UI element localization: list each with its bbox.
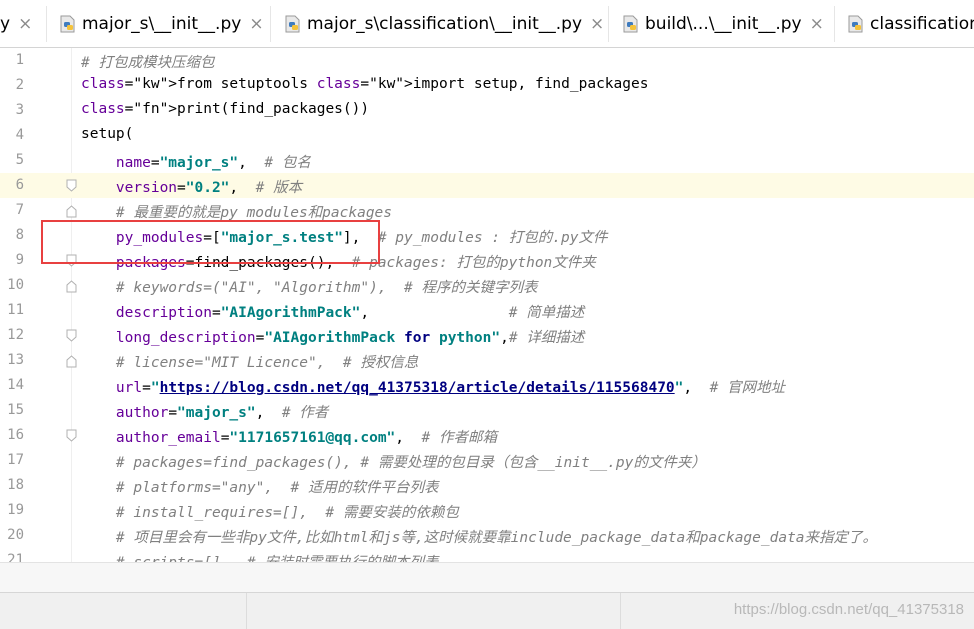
tab-classification-init[interactable]: major_s\classification\__init__.py × xyxy=(283,0,604,47)
code-line[interactable]: 4 setup( xyxy=(0,123,974,148)
fold-marker-icon[interactable] xyxy=(66,328,77,342)
line-number: 7 xyxy=(15,202,24,218)
close-icon[interactable]: × xyxy=(810,14,824,34)
tab-divider xyxy=(46,6,47,42)
editor-tab-bar: y × major_s\__init__.py × major_s\classi… xyxy=(0,0,974,48)
close-icon[interactable]: × xyxy=(249,14,263,34)
line-number: 11 xyxy=(7,302,24,318)
tab-classification[interactable]: classification xyxy=(846,0,974,47)
line-number: 16 xyxy=(7,427,24,443)
code-text: name="major_s", # 包名 xyxy=(115,155,311,171)
code-line[interactable]: 6 version="0.2", # 版本 xyxy=(0,173,974,198)
tab-divider xyxy=(608,6,609,42)
fold-marker-icon[interactable] xyxy=(66,178,77,192)
code-line[interactable]: 17 # packages=find_packages(), # 需要处理的包目… xyxy=(0,448,974,473)
code-text: version="0.2", # 版本 xyxy=(115,180,303,196)
line-number: 14 xyxy=(7,377,24,393)
code-line[interactable]: 5 name="major_s", # 包名 xyxy=(0,148,974,173)
code-line[interactable]: 13 # license="MIT Licence", # 授权信息 xyxy=(0,348,974,373)
python-file-icon xyxy=(283,15,301,33)
code-line[interactable]: 14 url="https://blog.csdn.net/qq_4137531… xyxy=(0,373,974,398)
tab-label: classification xyxy=(870,13,974,34)
annotation-highlight-box xyxy=(41,220,380,264)
code-text: author_email="1171657161@qq.com", # 作者邮箱 xyxy=(115,430,497,446)
code-editor[interactable]: 1 # 打包成模块压缩包 2 class="kw">from setuptools c… xyxy=(0,48,974,562)
code-line[interactable]: 1 # 打包成模块压缩包 xyxy=(0,48,974,73)
code-line[interactable]: 3 class="fn">print(find_packages()) xyxy=(0,98,974,123)
code-text: # packages=find_packages(), # 需要处理的包目录（包… xyxy=(115,455,706,471)
tab-divider xyxy=(834,6,835,42)
code-line[interactable]: 11 description="AIAgorithmPack", # 简单描述 xyxy=(0,298,974,323)
tab-divider xyxy=(270,6,271,42)
tab-build-init[interactable]: build\...\__init__.py × xyxy=(621,0,824,47)
code-text: # platforms="any", # 适用的软件平台列表 xyxy=(115,480,439,496)
line-number: 3 xyxy=(15,102,24,118)
fold-marker-icon[interactable] xyxy=(66,353,77,368)
code-text: class="fn">print(find_packages()) xyxy=(81,101,370,117)
line-number: 5 xyxy=(15,152,24,168)
line-number: 19 xyxy=(7,502,24,518)
code-text: author="major_s", # 作者 xyxy=(115,405,329,421)
tab-label: major_s\classification\__init__.py xyxy=(307,13,583,34)
tab-label: y xyxy=(0,13,11,34)
code-line[interactable]: 2 class="kw">from setuptools class="kw">i… xyxy=(0,73,974,98)
fold-marker-icon[interactable] xyxy=(66,428,77,442)
code-text: long_description="AIAgorithmPack for pyt… xyxy=(115,330,585,346)
editor-bottom-strip xyxy=(0,562,974,592)
line-number: 10 xyxy=(7,277,24,293)
line-number: 1 xyxy=(15,52,24,68)
line-number: 12 xyxy=(7,327,24,343)
code-line[interactable]: 10 # keywords=("AI", "Algorithm"), # 程序的… xyxy=(0,273,974,298)
line-number: 9 xyxy=(15,252,24,268)
line-number: 18 xyxy=(7,477,24,493)
code-text: # 项目里会有一些非py文件,比如html和js等,这时候就要靠include_… xyxy=(115,530,878,546)
close-icon[interactable]: × xyxy=(590,14,604,34)
status-divider xyxy=(246,593,247,629)
python-file-icon xyxy=(58,15,76,33)
python-file-icon xyxy=(846,15,864,33)
python-file-icon xyxy=(621,15,639,33)
fold-marker-icon[interactable] xyxy=(66,203,77,218)
code-line[interactable]: 20 # 项目里会有一些非py文件,比如html和js等,这时候就要靠inclu… xyxy=(0,523,974,548)
code-text: # 最重要的就是py_modules和packages xyxy=(115,205,393,221)
line-number: 15 xyxy=(7,402,24,418)
line-number: 13 xyxy=(7,352,24,368)
code-line[interactable]: 21 # scripts=[], # 安装时需要执行的脚本列表 xyxy=(0,548,974,562)
code-text: # 打包成模块压缩包 xyxy=(81,55,215,71)
line-number: 6 xyxy=(15,177,24,193)
tab-label: major_s\__init__.py xyxy=(82,13,242,34)
code-text: url="https://blog.csdn.net/qq_41375318/a… xyxy=(115,380,786,396)
line-number: 4 xyxy=(15,127,24,143)
code-line[interactable]: 18 # platforms="any", # 适用的软件平台列表 xyxy=(0,473,974,498)
line-number: 17 xyxy=(7,452,24,468)
code-line[interactable]: 15 author="major_s", # 作者 xyxy=(0,398,974,423)
code-text: # scripts=[], # 安装时需要执行的脚本列表 xyxy=(81,551,438,562)
watermark: https://blog.csdn.net/qq_41375318 xyxy=(733,601,964,618)
tab-label: build\...\__init__.py xyxy=(645,13,802,34)
status-bar: https://blog.csdn.net/qq_41375318 xyxy=(0,592,974,629)
line-number: 20 xyxy=(7,527,24,543)
line-number: 8 xyxy=(15,227,24,243)
code-line[interactable]: 16 author_email="1171657161@qq.com", # 作… xyxy=(0,423,974,448)
line-number: 21 xyxy=(7,552,24,562)
tab-major-s-init[interactable]: major_s\__init__.py × xyxy=(58,0,264,47)
code-text: class="kw">from setuptools class="kw">im… xyxy=(81,76,649,92)
tab-partial[interactable]: y × xyxy=(0,0,32,47)
line-number: 2 xyxy=(15,77,24,93)
code-text: # license="MIT Licence", # 授权信息 xyxy=(115,355,419,371)
code-text: description="AIAgorithmPack", # 简单描述 xyxy=(115,305,585,321)
code-text: # install_requires=[], # 需要安装的依赖包 xyxy=(115,505,459,521)
code-text: setup( xyxy=(81,126,134,142)
code-line[interactable]: 19 # install_requires=[], # 需要安装的依赖包 xyxy=(0,498,974,523)
code-text: # keywords=("AI", "Algorithm"), # 程序的关键字… xyxy=(115,280,538,296)
fold-marker-icon[interactable] xyxy=(66,278,77,293)
code-line[interactable]: 12 long_description="AIAgorithmPack for … xyxy=(0,323,974,348)
status-divider xyxy=(620,593,621,629)
close-icon[interactable]: × xyxy=(18,14,32,34)
